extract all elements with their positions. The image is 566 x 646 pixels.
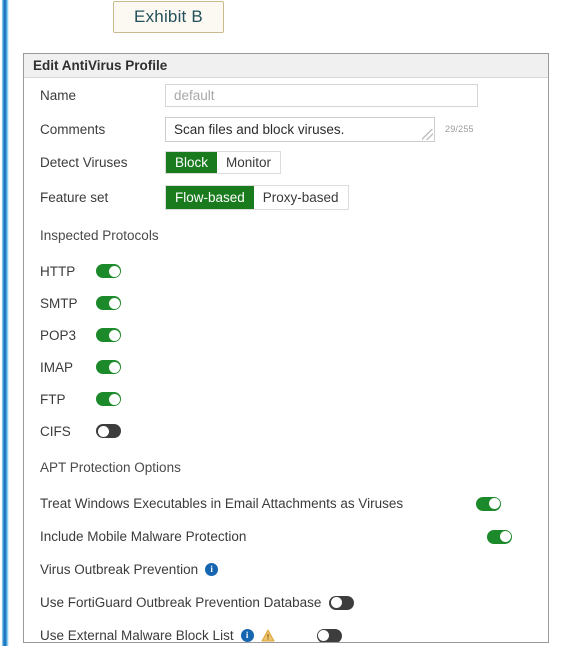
info-icon[interactable]: i (240, 629, 254, 642)
panel-header: Edit AntiVirus Profile (24, 54, 548, 78)
apt-row-use-external-malware-block-list: Use External Malware Block List i (24, 619, 548, 643)
protocol-label-smtp: SMTP (40, 295, 78, 311)
exhibit-label-text: Exhibit B (134, 7, 203, 26)
toggle-knob (488, 498, 500, 509)
protocol-row-http: HTTP (24, 255, 548, 287)
section-heading-inspected-protocols: Inspected Protocols (40, 227, 159, 243)
protocol-row-cifs: CIFS (24, 415, 548, 447)
edit-antivirus-profile-panel: Edit AntiVirus Profile Name default Comm… (23, 53, 549, 643)
toggle-knob (108, 361, 120, 373)
feature-set-option-proxy-based[interactable]: Proxy-based (253, 185, 348, 209)
warning-triangle-icon[interactable] (261, 629, 275, 642)
apt-row-include-mobile-malware: Include Mobile Malware Protection (24, 520, 548, 553)
comments-value: Scan files and block viruses. (174, 121, 345, 137)
feature-set-label: Feature set (40, 189, 109, 205)
toggle-knob (97, 425, 109, 437)
apt-label-use-external-malware-block-list: Use External Malware Block List (40, 628, 234, 643)
toggle-treat-windows-executables[interactable] (476, 496, 501, 511)
toggle-ftp[interactable] (96, 392, 121, 406)
exhibit-label: Exhibit B (113, 1, 224, 33)
apt-row-use-fortiguard-database: Use FortiGuard Outbreak Prevention Datab… (24, 586, 548, 619)
detect-viruses-option-monitor[interactable]: Monitor (217, 152, 281, 173)
apt-label-use-fortiguard-database: Use FortiGuard Outbreak Prevention Datab… (40, 595, 322, 610)
toggle-pop3[interactable] (96, 328, 121, 342)
form-row-name: Name default (24, 78, 548, 112)
apt-row-virus-outbreak-prevention: Virus Outbreak Prevention i (24, 553, 548, 586)
apt-row-treat-windows-executables: Treat Windows Executables in Email Attac… (24, 487, 548, 520)
protocol-row-ftp: FTP (24, 383, 548, 415)
protocol-label-http: HTTP (40, 263, 76, 279)
protocol-label-imap: IMAP (40, 359, 74, 375)
comments-char-counter: 29/255 (445, 124, 474, 134)
form-row-comments: Comments Scan files and block viruses. 2… (24, 112, 548, 146)
toggle-knob (318, 630, 330, 641)
toggle-knob (108, 297, 120, 309)
toggle-knob (330, 597, 342, 608)
section-heading-apt-protection-options: APT Protection Options (40, 459, 181, 475)
detect-viruses-label: Detect Viruses (40, 155, 128, 170)
protocol-row-smtp: SMTP (24, 287, 548, 319)
toggle-use-fortiguard-database[interactable] (329, 595, 355, 610)
feature-set-option-flow-based[interactable]: Flow-based (166, 185, 254, 209)
comments-textarea[interactable]: Scan files and block viruses. (165, 116, 435, 142)
toggle-imap[interactable] (96, 360, 121, 374)
protocol-label-ftp: FTP (40, 391, 66, 407)
toggle-include-mobile-malware[interactable] (487, 529, 512, 544)
page-title: Edit AntiVirus Profile (33, 58, 168, 73)
comments-label: Comments (40, 121, 106, 137)
feature-set-segmented-control: Flow-based Proxy-based (165, 184, 349, 210)
name-label: Name (40, 87, 77, 103)
protocol-label-cifs: CIFS (40, 423, 71, 439)
toggle-cifs[interactable] (96, 424, 121, 438)
resize-grip-icon[interactable] (422, 128, 433, 140)
detect-viruses-option-block[interactable]: Block (166, 152, 218, 173)
apt-label-include-mobile-malware: Include Mobile Malware Protection (40, 529, 247, 544)
form-row-detect-viruses: Detect Viruses Block Monitor (24, 146, 548, 179)
toggle-knob (108, 329, 120, 341)
apt-label-virus-outbreak-prevention: Virus Outbreak Prevention (40, 562, 199, 577)
toggle-smtp[interactable] (96, 296, 121, 310)
panel-body: Name default Comments Scan files and blo… (24, 78, 548, 643)
protocol-row-imap: IMAP (24, 351, 548, 383)
protocol-label-pop3: POP3 (40, 327, 77, 343)
apt-label-treat-windows-executables: Treat Windows Executables in Email Attac… (40, 496, 404, 511)
toggle-knob (108, 265, 120, 277)
toggle-knob (108, 393, 120, 405)
form-row-feature-set: Feature set Flow-based Proxy-based (24, 179, 548, 215)
name-input[interactable]: default (165, 83, 478, 107)
toggle-use-external-malware-block-list[interactable] (316, 628, 342, 642)
left-blue-rail (0, 0, 9, 646)
toggle-knob (499, 531, 511, 542)
protocol-row-pop3: POP3 (24, 319, 548, 351)
detect-viruses-segmented-control: Block Monitor (165, 151, 282, 174)
info-icon[interactable]: i (205, 563, 219, 576)
toggle-http[interactable] (96, 264, 121, 278)
